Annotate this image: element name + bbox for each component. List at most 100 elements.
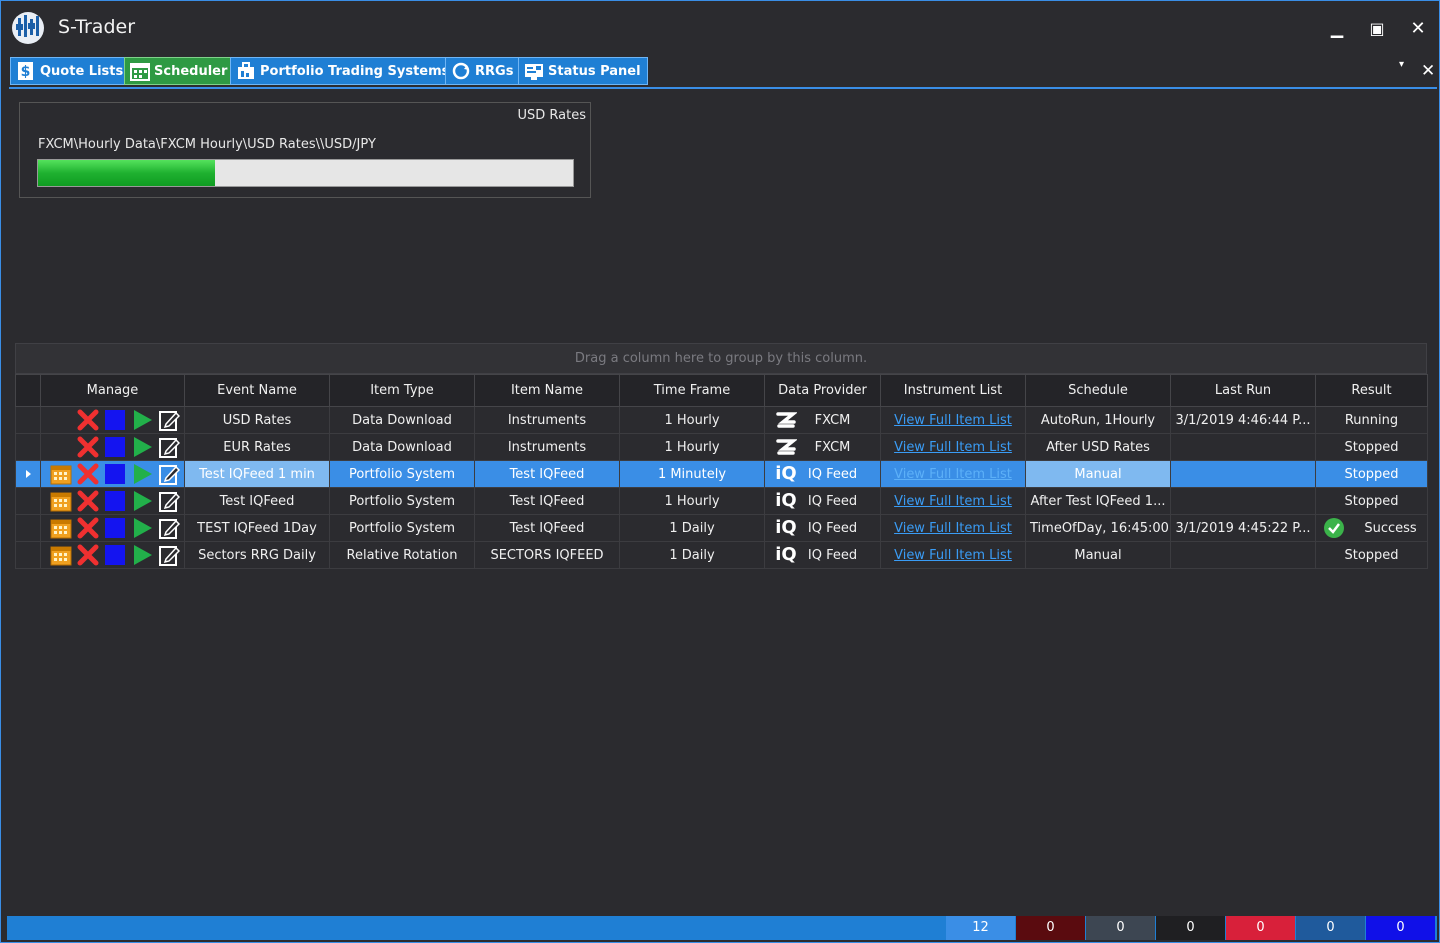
column-header-event-name[interactable]: Event Name: [184, 374, 330, 407]
tab-rrgs[interactable]: RRGs: [445, 57, 521, 85]
item-name-cell[interactable]: Test IQFeed: [474, 460, 620, 488]
tab-menu-button[interactable]: ▾: [1399, 59, 1413, 73]
schedule-cell[interactable]: After USD Rates: [1025, 433, 1171, 461]
table-row[interactable]: TEST IQFeed 1Day Portfolio System Test IQF…: [15, 514, 1428, 542]
minimize-button[interactable]: ▁: [1324, 16, 1350, 42]
stop-icon[interactable]: [104, 463, 126, 485]
row-indicator[interactable]: [15, 406, 41, 434]
table-row[interactable]: Test IQFeed 1 min Portfolio System Test IQ…: [15, 460, 1428, 488]
column-header-item-name[interactable]: Item Name: [474, 374, 620, 407]
tab-status-panel[interactable]: Status Panel: [518, 57, 648, 85]
item-type-cell[interactable]: Data Download: [329, 433, 475, 461]
delete-icon[interactable]: [77, 517, 99, 539]
delete-icon[interactable]: [77, 409, 99, 431]
item-name-cell[interactable]: Test IQFeed: [474, 514, 620, 542]
play-icon[interactable]: [131, 463, 153, 485]
stop-icon[interactable]: [104, 436, 126, 458]
calendar-icon[interactable]: [50, 463, 72, 485]
play-icon[interactable]: [131, 409, 153, 431]
event-name-cell[interactable]: EUR Rates: [184, 433, 330, 461]
column-header-manage[interactable]: Manage: [40, 374, 185, 407]
item-type-cell[interactable]: Relative Rotation: [329, 541, 475, 569]
event-name-cell[interactable]: USD Rates: [184, 406, 330, 434]
item-name-cell[interactable]: SECTORS IQFEED: [474, 541, 620, 569]
event-name-cell[interactable]: Test IQFeed: [184, 487, 330, 515]
event-name-cell[interactable]: Sectors RRG Daily: [184, 541, 330, 569]
stop-icon[interactable]: [104, 517, 126, 539]
time-frame-cell[interactable]: 1 Daily: [619, 541, 765, 569]
tab-portfolio-trading-systems[interactable]: Portfolio Trading Systems: [230, 57, 457, 85]
row-indicator[interactable]: [15, 433, 41, 461]
item-type-cell[interactable]: Portfolio System: [329, 460, 475, 488]
calendar-icon[interactable]: [50, 544, 72, 566]
table-row[interactable]: Sectors RRG Daily Relative Rotation SECTOR…: [15, 541, 1428, 569]
tab-quote-lists[interactable]: $ Quote Lists: [10, 57, 131, 85]
view-full-item-list-link[interactable]: View Full Item List: [894, 467, 1012, 482]
stop-icon[interactable]: [104, 490, 126, 512]
delete-icon[interactable]: [77, 436, 99, 458]
item-name-cell[interactable]: Instruments: [474, 433, 620, 461]
calendar-icon[interactable]: [50, 490, 72, 512]
edit-icon[interactable]: [158, 544, 181, 566]
schedule-cell[interactable]: TimeOfDay, 16:45:00: [1025, 514, 1171, 542]
item-name-cell[interactable]: Instruments: [474, 406, 620, 434]
data-provider-cell[interactable]: FXCM: [764, 433, 881, 461]
column-header-schedule[interactable]: Schedule: [1025, 374, 1171, 407]
schedule-cell[interactable]: After Test IQFeed 1...: [1025, 487, 1171, 515]
table-row[interactable]: EUR Rates Data Download Instruments 1 Hourl…: [15, 433, 1428, 461]
play-icon[interactable]: [131, 490, 153, 512]
play-icon[interactable]: [131, 544, 153, 566]
delete-icon[interactable]: [77, 544, 99, 566]
play-icon[interactable]: [131, 436, 153, 458]
column-header-time-frame[interactable]: Time Frame: [619, 374, 765, 407]
tab-close-button[interactable]: ✕: [1421, 61, 1435, 81]
row-indicator[interactable]: [15, 460, 41, 488]
item-type-cell[interactable]: Data Download: [329, 406, 475, 434]
row-indicator[interactable]: [15, 514, 41, 542]
column-header-result[interactable]: Result: [1315, 374, 1428, 407]
play-icon[interactable]: [131, 517, 153, 539]
event-name-cell[interactable]: TEST IQFeed 1Day: [184, 514, 330, 542]
time-frame-cell[interactable]: 1 Hourly: [619, 433, 765, 461]
time-frame-cell[interactable]: 1 Hourly: [619, 487, 765, 515]
maximize-button[interactable]: ▣: [1364, 16, 1390, 42]
data-provider-cell[interactable]: iQ IQ Feed: [764, 487, 881, 515]
stop-icon[interactable]: [104, 544, 126, 566]
data-provider-cell[interactable]: iQ IQ Feed: [764, 541, 881, 569]
column-header-instrument-list[interactable]: Instrument List: [880, 374, 1026, 407]
data-provider-cell[interactable]: iQ IQ Feed: [764, 460, 881, 488]
schedule-cell[interactable]: AutoRun, 1Hourly: [1025, 406, 1171, 434]
edit-icon[interactable]: [158, 463, 181, 485]
delete-icon[interactable]: [77, 463, 99, 485]
time-frame-cell[interactable]: 1 Minutely: [619, 460, 765, 488]
column-header-data-provider[interactable]: Data Provider: [764, 374, 881, 407]
view-full-item-list-link[interactable]: View Full Item List: [894, 548, 1012, 563]
row-indicator[interactable]: [15, 541, 41, 569]
item-type-cell[interactable]: Portfolio System: [329, 487, 475, 515]
item-type-cell[interactable]: Portfolio System: [329, 514, 475, 542]
event-name-cell[interactable]: Test IQFeed 1 min: [184, 460, 330, 488]
group-by-panel[interactable]: Drag a column here to group by this colu…: [15, 343, 1427, 374]
item-name-cell[interactable]: Test IQFeed: [474, 487, 620, 515]
row-indicator[interactable]: [15, 487, 41, 515]
edit-icon[interactable]: [158, 409, 181, 431]
view-full-item-list-link[interactable]: View Full Item List: [894, 494, 1012, 509]
table-row[interactable]: Test IQFeed Portfolio System Test IQFeed 1 …: [15, 487, 1428, 515]
view-full-item-list-link[interactable]: View Full Item List: [894, 413, 1012, 428]
schedule-cell[interactable]: Manual: [1025, 460, 1171, 488]
tab-scheduler[interactable]: Scheduler: [124, 57, 235, 85]
data-provider-cell[interactable]: FXCM: [764, 406, 881, 434]
delete-icon[interactable]: [77, 490, 99, 512]
view-full-item-list-link[interactable]: View Full Item List: [894, 440, 1012, 455]
view-full-item-list-link[interactable]: View Full Item List: [894, 521, 1012, 536]
time-frame-cell[interactable]: 1 Daily: [619, 514, 765, 542]
stop-icon[interactable]: [104, 409, 126, 431]
time-frame-cell[interactable]: 1 Hourly: [619, 406, 765, 434]
table-row[interactable]: USD Rates Data Download Instruments 1 Hourl…: [15, 406, 1428, 434]
column-header-item-type[interactable]: Item Type: [329, 374, 475, 407]
edit-icon[interactable]: [158, 517, 181, 539]
column-header-last-run[interactable]: Last Run: [1170, 374, 1316, 407]
edit-icon[interactable]: [158, 490, 181, 512]
data-provider-cell[interactable]: iQ IQ Feed: [764, 514, 881, 542]
schedule-cell[interactable]: Manual: [1025, 541, 1171, 569]
